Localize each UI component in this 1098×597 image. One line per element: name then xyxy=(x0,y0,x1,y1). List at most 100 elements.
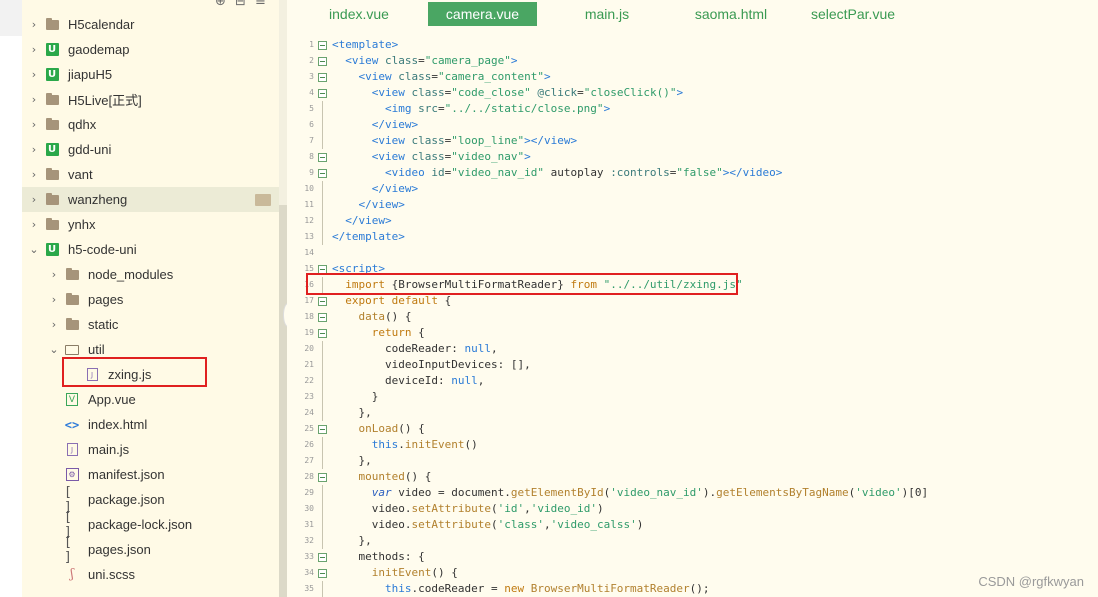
code-line[interactable]: 18 data() { xyxy=(287,309,1098,325)
code-line[interactable]: 13 </template> xyxy=(287,229,1098,245)
chevron-right-icon[interactable]: › xyxy=(28,187,40,212)
fold-toggle-icon[interactable] xyxy=(318,473,327,482)
code-line[interactable]: 35 this.codeReader = new BrowserMultiFor… xyxy=(287,581,1098,597)
code-text: </view> xyxy=(371,182,419,195)
code-area[interactable]: 1 <template> 2 <view class="camera_page"> 3… xyxy=(287,36,1098,597)
fold-toggle-icon[interactable] xyxy=(318,569,327,578)
fold-toggle-icon[interactable] xyxy=(318,57,327,66)
code-line[interactable]: 28 mounted() { xyxy=(287,469,1098,485)
code-line[interactable]: 19 return { xyxy=(287,325,1098,341)
tree-item[interactable]: › vant xyxy=(22,162,279,187)
code-line[interactable]: 6 </view> xyxy=(287,117,1098,133)
fold-toggle-icon[interactable] xyxy=(318,169,327,178)
chevron-right-icon[interactable]: › xyxy=(28,212,40,237)
chevron-right-icon[interactable]: › xyxy=(48,262,60,287)
tree-item[interactable]: › node_modules xyxy=(22,262,279,287)
code-line[interactable]: 3 <view class="camera_content"> xyxy=(287,69,1098,85)
tree-item-label: H5calendar xyxy=(68,17,135,32)
menu-icon[interactable]: ≡ xyxy=(255,0,266,9)
line-number: 32 xyxy=(304,536,314,545)
code-line[interactable]: 27 }, xyxy=(287,453,1098,469)
code-line[interactable]: 23 } xyxy=(287,389,1098,405)
chevron-down-icon[interactable]: ⌄ xyxy=(48,337,60,362)
tree-item[interactable]: ⌄ Uh5-code-uni xyxy=(22,237,279,262)
open-folder-icon[interactable] xyxy=(255,193,271,206)
fold-toggle-icon[interactable] xyxy=(318,41,327,50)
code-line[interactable]: 4 <view class="code_close" @click="close… xyxy=(287,85,1098,101)
tree-item[interactable]: [ ] pages.json xyxy=(22,535,279,565)
tab-main-js[interactable]: main.js xyxy=(555,2,659,26)
tree-item[interactable]: Jmain.js xyxy=(22,437,279,462)
code-line[interactable]: 14 xyxy=(287,245,1098,261)
code-line[interactable]: 25 onLoad() { xyxy=(287,421,1098,437)
sidebar-scrollbar[interactable] xyxy=(279,0,287,597)
tree-item[interactable]: › static xyxy=(22,312,279,337)
code-line[interactable]: 24 }, xyxy=(287,405,1098,421)
tree-item[interactable]: [ ] package.json xyxy=(22,485,279,515)
chevron-right-icon[interactable]: › xyxy=(28,137,40,162)
tree-item-label: ynhx xyxy=(68,217,96,232)
code-line[interactable]: 1 <template> xyxy=(287,37,1098,53)
code-line[interactable]: 11 </view> xyxy=(287,197,1098,213)
code-line[interactable]: 17 export default { xyxy=(287,293,1098,309)
code-line[interactable]: 32 }, xyxy=(287,533,1098,549)
chevron-right-icon[interactable]: › xyxy=(28,62,40,87)
target-icon[interactable]: ⊕ xyxy=(215,0,226,9)
tree-item[interactable]: › H5calendar xyxy=(22,12,279,37)
code-line[interactable]: 2 <view class="camera_page"> xyxy=(287,53,1098,69)
tree-item[interactable]: › UjiapuH5 xyxy=(22,62,279,87)
sidebar-scroll-thumb[interactable] xyxy=(279,205,287,597)
code-line[interactable]: 22 deviceId: null, xyxy=(287,373,1098,389)
code-text: <view class="code_close" @click="closeCl… xyxy=(371,86,684,99)
fold-toggle-icon[interactable] xyxy=(318,313,327,322)
tree-item[interactable]: ʃ uni.scss xyxy=(22,562,279,587)
tab-index-vue[interactable]: index.vue xyxy=(307,2,411,26)
code-line[interactable]: 31 video.setAttribute('class','video_cal… xyxy=(287,517,1098,533)
tree-item[interactable]: › Ugdd-uni xyxy=(22,137,279,162)
code-line[interactable]: 21 videoInputDevices: [], xyxy=(287,357,1098,373)
tree-item[interactable]: V App.vue xyxy=(22,387,279,412)
fold-toggle-icon[interactable] xyxy=(318,89,327,98)
tab-selectpar-vue[interactable]: selectPar.vue xyxy=(798,2,908,26)
tree-item[interactable]: ⚙ manifest.json xyxy=(22,462,279,487)
code-line[interactable]: 8 <view class="video_nav"> xyxy=(287,149,1098,165)
code-line[interactable]: 33 methods: { xyxy=(287,549,1098,565)
folder-icon xyxy=(44,192,60,208)
tree-item[interactable]: › ynhx xyxy=(22,212,279,237)
fold-toggle-icon[interactable] xyxy=(318,297,327,306)
code-line[interactable]: 10 </view> xyxy=(287,181,1098,197)
code-line[interactable]: 34 initEvent() { xyxy=(287,565,1098,581)
chevron-right-icon[interactable]: › xyxy=(28,12,40,37)
tree-item[interactable]: › wanzheng xyxy=(22,187,279,212)
code-line[interactable]: 9 <video id="video_nav_id" autoplay :con… xyxy=(287,165,1098,181)
tab-camera-vue[interactable]: camera.vue xyxy=(428,2,537,26)
fold-toggle-icon[interactable] xyxy=(318,329,327,338)
collapse-icon[interactable]: ⊟ xyxy=(235,0,246,9)
tree-item[interactable]: [ ] package-lock.json xyxy=(22,510,279,540)
code-line[interactable]: 5 <img src="../../static/close.png"> xyxy=(287,101,1098,117)
chevron-right-icon[interactable]: › xyxy=(48,312,60,337)
tree-item[interactable]: › pages xyxy=(22,287,279,312)
code-line[interactable]: 30 video.setAttribute('id','video_id') xyxy=(287,501,1098,517)
chevron-right-icon[interactable]: › xyxy=(28,112,40,137)
code-line[interactable]: 29 var video = document.getElementById('… xyxy=(287,485,1098,501)
fold-toggle-icon[interactable] xyxy=(318,425,327,434)
code-line[interactable]: 26 this.initEvent() xyxy=(287,437,1098,453)
tree-item[interactable]: › qdhx xyxy=(22,112,279,137)
tree-item[interactable]: › H5Live[正式] xyxy=(22,87,279,112)
code-text: videoInputDevices: [], xyxy=(384,358,531,371)
tab-saoma-html[interactable]: saoma.html xyxy=(671,2,791,26)
chevron-right-icon[interactable]: › xyxy=(28,37,40,62)
tree-item[interactable]: <> index.html xyxy=(22,412,279,437)
chevron-right-icon[interactable]: › xyxy=(28,87,40,112)
chevron-down-icon[interactable]: ⌄ xyxy=(28,237,40,262)
tree-item[interactable]: › Ugaodemap xyxy=(22,37,279,62)
code-line[interactable]: 20 codeReader: null, xyxy=(287,341,1098,357)
code-line[interactable]: 12 </view> xyxy=(287,213,1098,229)
fold-toggle-icon[interactable] xyxy=(318,553,327,562)
chevron-right-icon[interactable]: › xyxy=(48,287,60,312)
fold-toggle-icon[interactable] xyxy=(318,73,327,82)
code-line[interactable]: 7 <view class="loop_line"></view> xyxy=(287,133,1098,149)
chevron-right-icon[interactable]: › xyxy=(28,162,40,187)
fold-toggle-icon[interactable] xyxy=(318,153,327,162)
